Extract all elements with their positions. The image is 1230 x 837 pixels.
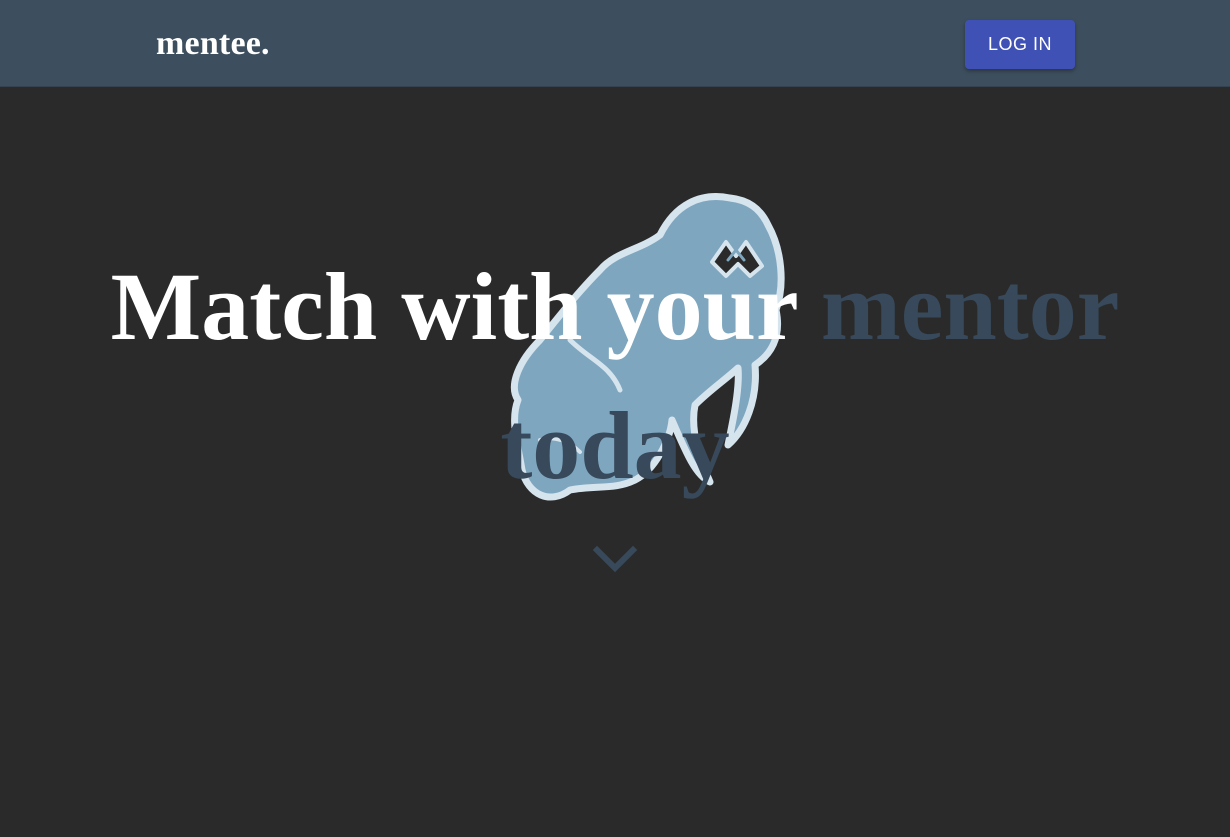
hero-headline: Match with your mentor today <box>0 237 1230 515</box>
headline-accent-word: mentor <box>820 253 1120 360</box>
hero-section: Match with your mentor today <box>0 87 1230 837</box>
brand-logo[interactable]: mentee. <box>156 22 270 66</box>
headline-accent-word: today <box>500 392 730 499</box>
chevron-down-icon[interactable] <box>591 542 639 582</box>
top-navbar: mentee. LOG IN <box>0 0 1230 87</box>
headline-lead-text: Match with your <box>110 253 797 360</box>
login-button[interactable]: LOG IN <box>965 20 1075 69</box>
